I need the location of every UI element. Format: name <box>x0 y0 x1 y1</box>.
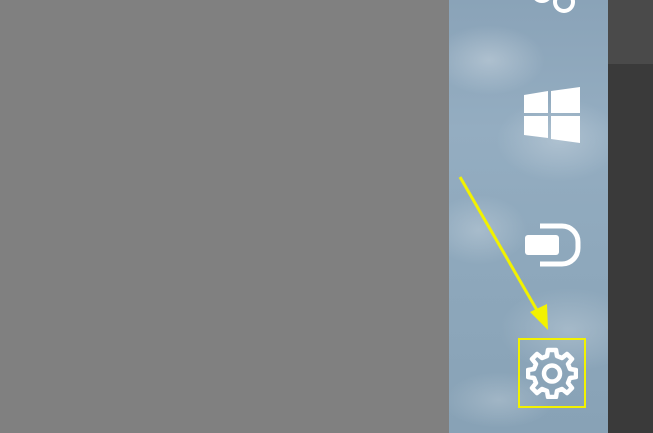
settings-charm[interactable] <box>518 338 586 408</box>
share-icon <box>534 0 575 13</box>
desktop-area[interactable] <box>0 0 449 433</box>
devices-icon <box>525 223 581 267</box>
gear-icon <box>526 347 578 399</box>
right-edge-panel <box>608 0 653 433</box>
devices-charm[interactable] <box>522 221 582 269</box>
start-charm[interactable] <box>522 86 582 144</box>
right-edge-header <box>608 0 653 64</box>
screen <box>0 0 653 433</box>
share-charm[interactable] <box>520 0 584 18</box>
windows-logo-icon <box>524 87 580 143</box>
